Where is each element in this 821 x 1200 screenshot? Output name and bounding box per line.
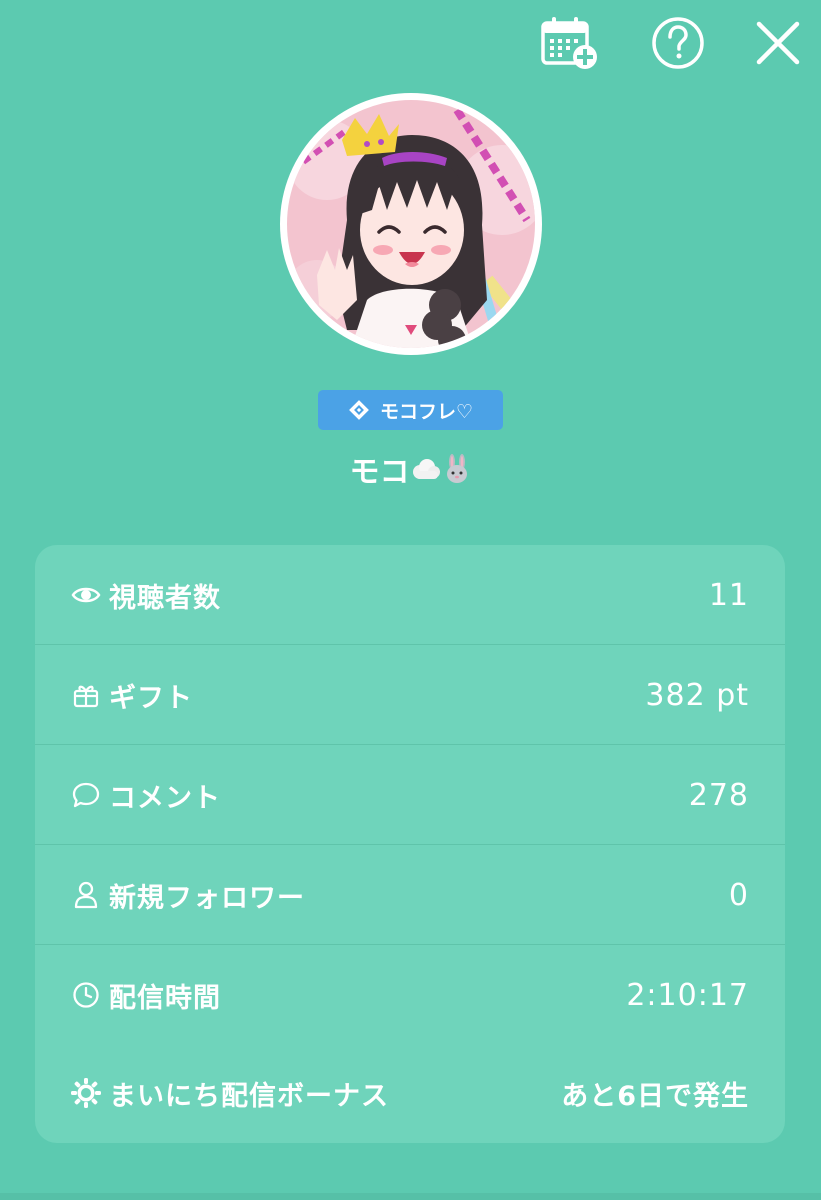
cloud-emoji-icon	[412, 459, 440, 479]
stat-row-stream-time: 配信時間 2:10:17	[35, 945, 785, 1045]
stat-value: 2:10:17	[626, 977, 749, 1013]
stat-value: 382 pt	[645, 677, 749, 713]
stat-label: 視聴者数	[109, 582, 221, 614]
stat-row-viewers: 視聴者数 11	[35, 545, 785, 645]
stat-value: あと6日で発生	[561, 1080, 749, 1112]
calendar-add-icon[interactable]	[539, 15, 601, 75]
stat-value: 278	[688, 777, 749, 813]
avatar-image	[287, 100, 535, 348]
rabbit-emoji-icon	[446, 454, 467, 483]
stat-row-daily-bonus: まいにち配信ボーナス あと6日で発生	[35, 1043, 785, 1143]
stat-row-comments: コメント 278	[35, 745, 785, 845]
stat-label: ギフト	[109, 682, 193, 714]
stat-label: コメント	[109, 782, 221, 814]
help-icon[interactable]	[651, 16, 705, 74]
sun-icon	[71, 1078, 101, 1108]
stat-label: 新規フォロワー	[109, 882, 305, 914]
top-toolbar	[539, 14, 801, 76]
stat-value: 0	[728, 877, 749, 913]
close-icon[interactable]	[755, 20, 801, 70]
badge-label: モコフレ♡	[379, 400, 474, 423]
user-icon	[71, 880, 101, 910]
eye-icon	[71, 580, 101, 610]
fan-club-badge: モコフレ♡	[318, 390, 503, 430]
gift-icon	[71, 680, 101, 710]
streamer-name: モコ	[0, 446, 821, 492]
stat-row-gifts: ギフト 382 pt	[35, 645, 785, 745]
stat-row-new-followers: 新規フォロワー 0	[35, 845, 785, 945]
stat-label: まいにち配信ボーナス	[109, 1080, 389, 1112]
avatar[interactable]	[280, 93, 542, 355]
diamond-icon	[349, 400, 369, 420]
bottom-divider	[0, 1193, 821, 1200]
stat-value: 11	[708, 577, 749, 613]
stats-card: 視聴者数 11 ギフト 382 pt コメント 278 新規フォロワー 0 配信…	[35, 545, 785, 1143]
username-text: モコ	[349, 455, 410, 490]
clock-icon	[71, 980, 101, 1010]
comment-icon	[71, 780, 101, 810]
stat-label: 配信時間	[109, 982, 221, 1014]
